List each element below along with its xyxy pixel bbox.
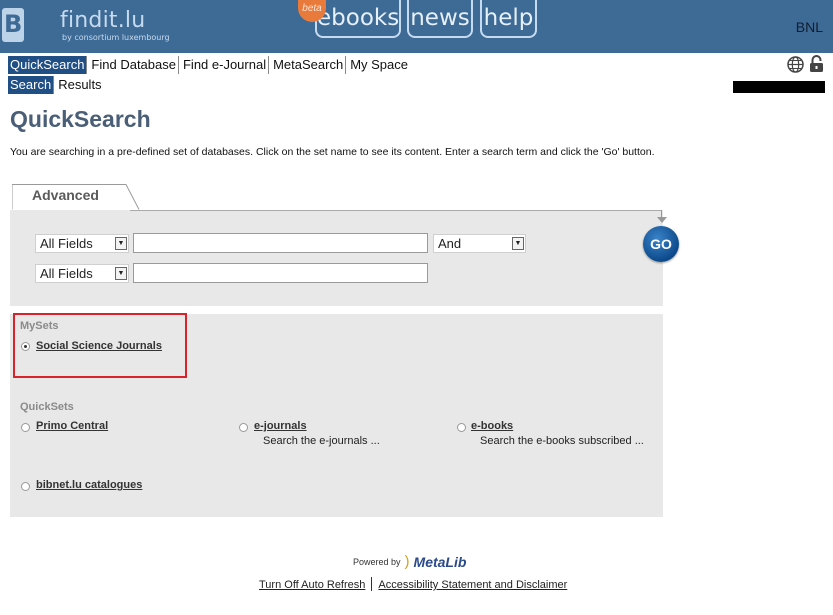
operator-select[interactable]: And ▼ [433, 234, 526, 253]
powered-by: Powered by ) MetaLib [353, 553, 466, 570]
link-accessibility-statement[interactable]: Accessibility Statement and Disclaimer [378, 579, 567, 591]
set-primo-central[interactable]: Primo Central [36, 420, 108, 432]
radio-social-science-journals[interactable] [21, 342, 30, 351]
tab-underline [130, 210, 662, 211]
nav-find-database[interactable]: Find Database [89, 56, 179, 74]
header-bar: B findit.lu by consortium luxembourg ebo… [0, 0, 833, 53]
tab-help[interactable]: help [480, 0, 537, 38]
search-input-1[interactable] [133, 233, 428, 253]
page-title: QuickSearch [10, 106, 151, 132]
bibnet-logo[interactable]: B [2, 8, 24, 42]
tab-ebooks[interactable]: ebooks [315, 0, 401, 38]
go-button[interactable]: GO [643, 226, 679, 262]
tab-advanced[interactable]: Advanced [32, 187, 99, 203]
nav-quicksearch[interactable]: QuickSearch [8, 56, 88, 74]
field-select-2[interactable]: All Fields ▼ [35, 264, 129, 283]
secondary-nav: Search Results [8, 76, 106, 94]
go-arrow-icon [657, 217, 667, 223]
powered-by-label: Powered by [353, 556, 401, 567]
set-e-journals[interactable]: e-journals [254, 420, 307, 432]
page-description: You are searching in a pre-defined set o… [10, 146, 655, 158]
subnav-results[interactable]: Results [56, 76, 103, 94]
redacted-bar [733, 81, 825, 93]
chevron-down-icon[interactable]: ▼ [512, 237, 524, 250]
metalib-logo[interactable]: MetaLib [414, 554, 467, 570]
nav-metasearch[interactable]: MetaSearch [271, 56, 347, 74]
set-e-books-description: Search the e-books subscribed ... [480, 435, 644, 447]
nav-my-space[interactable]: My Space [348, 56, 410, 74]
lock-icon[interactable] [809, 55, 824, 73]
footer-links: Turn Off Auto Refresh Accessibility State… [259, 577, 567, 591]
search-panel [10, 210, 663, 306]
chevron-down-icon[interactable]: ▼ [115, 237, 127, 250]
field-select-1-value: All Fields [40, 236, 93, 251]
radio-primo-central[interactable] [21, 423, 30, 432]
subnav-search[interactable]: Search [8, 76, 55, 94]
institution-label: BNL [795, 19, 823, 35]
radio-e-books[interactable] [457, 423, 466, 432]
brand-name[interactable]: findit.lu [60, 8, 145, 33]
chevron-down-icon[interactable]: ▼ [115, 267, 127, 280]
radio-bibnet-catalogues[interactable] [21, 482, 30, 491]
primary-nav: QuickSearch Find Database Find e-Journal… [8, 56, 412, 74]
field-select-1[interactable]: All Fields ▼ [35, 234, 129, 253]
set-bibnet-catalogues[interactable]: bibnet.lu catalogues [36, 479, 142, 491]
set-e-journals-description: Search the e-journals ... [263, 435, 380, 447]
set-social-science-journals[interactable]: Social Science Journals [36, 340, 162, 352]
mysets-heading: MySets [20, 320, 59, 332]
globe-icon[interactable] [787, 56, 804, 73]
nav-find-ejournal[interactable]: Find e-Journal [181, 56, 270, 74]
field-select-2-value: All Fields [40, 266, 93, 281]
metalib-logo-icon: ) [404, 553, 410, 570]
footer-divider [371, 577, 373, 591]
brand-subtitle: by consortium luxembourg [62, 33, 170, 42]
search-input-2[interactable] [133, 263, 428, 283]
link-turn-off-auto-refresh[interactable]: Turn Off Auto Refresh [259, 579, 365, 591]
operator-select-value: And [438, 236, 462, 251]
tab-news[interactable]: news [407, 0, 473, 38]
set-e-books[interactable]: e-books [471, 420, 513, 432]
quicksets-heading: QuickSets [20, 401, 74, 413]
radio-e-journals[interactable] [239, 423, 248, 432]
